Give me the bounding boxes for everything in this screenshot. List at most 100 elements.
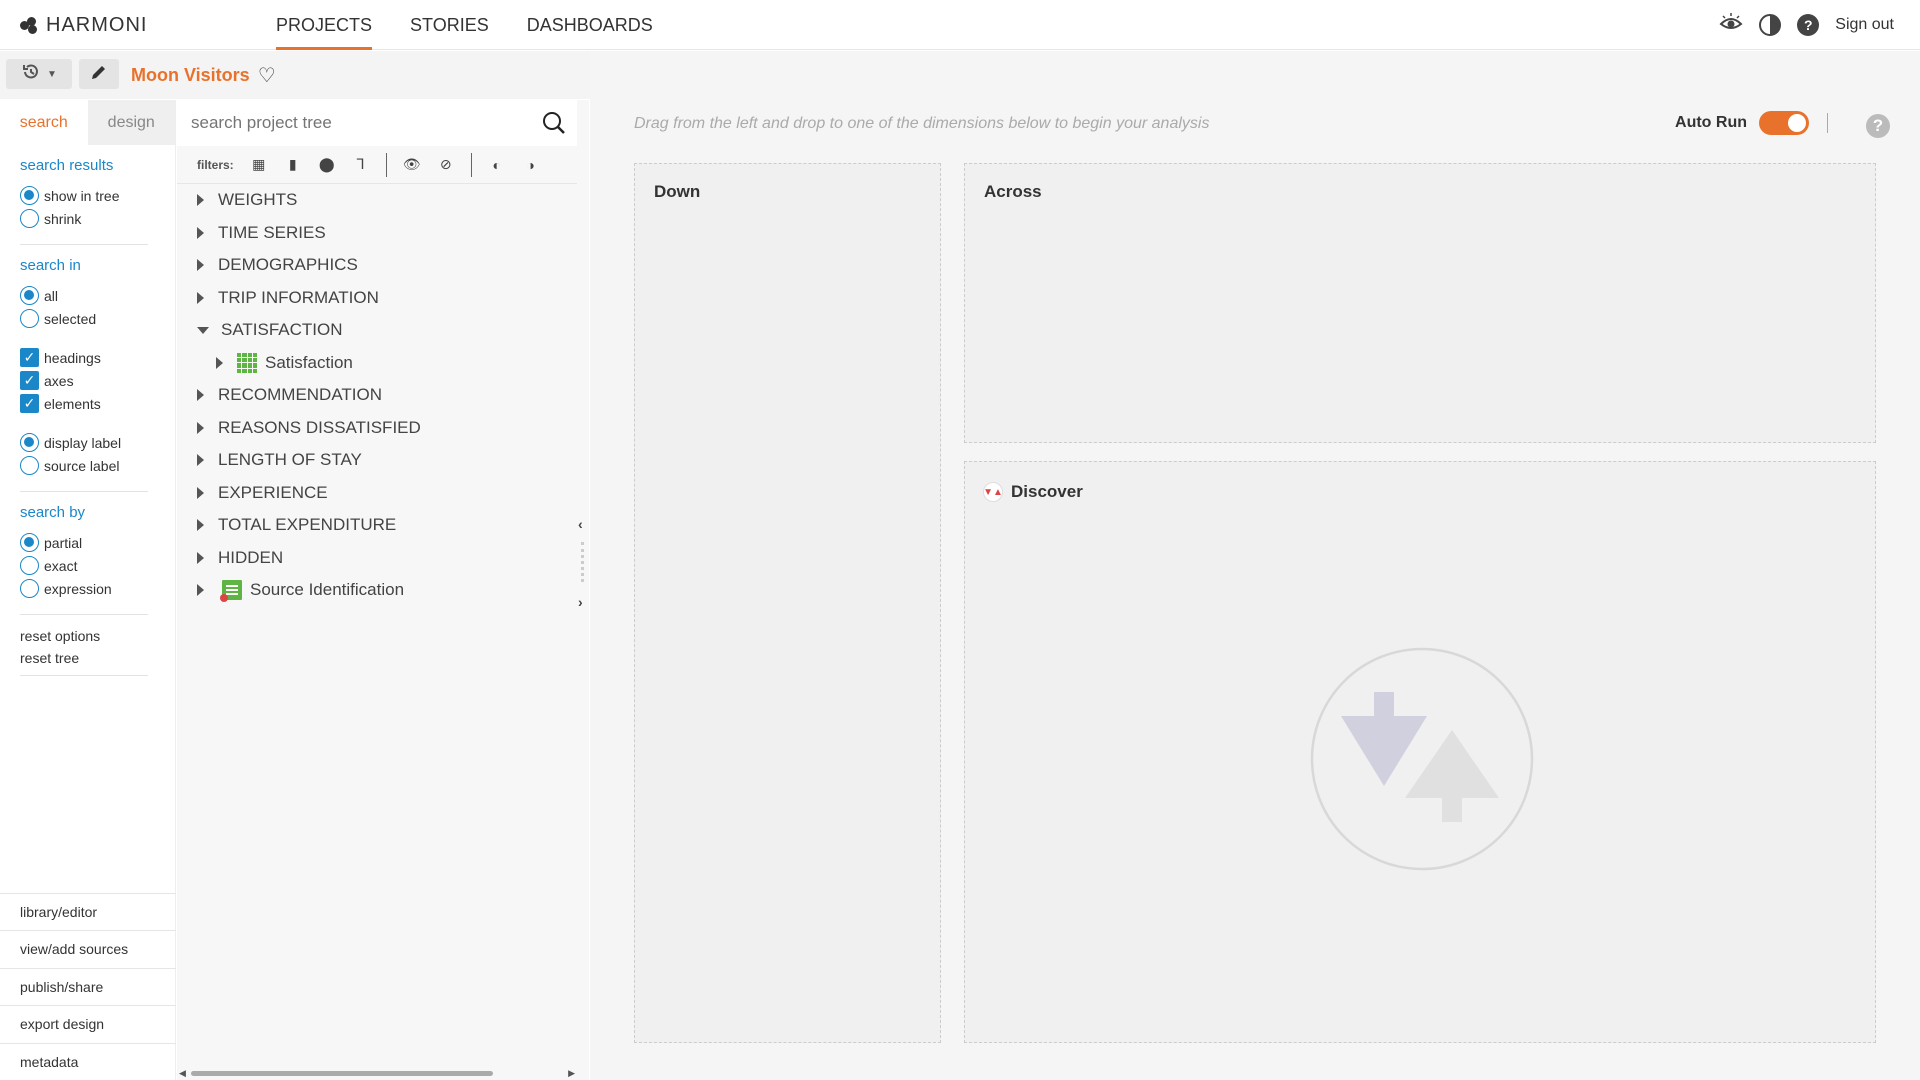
- option-elements[interactable]: ✓ elements: [20, 392, 175, 415]
- project-title: Moon Visitors ♡: [131, 63, 276, 88]
- library-editor-link[interactable]: library/editor: [0, 892, 176, 931]
- view-add-sources-link[interactable]: view/add sources: [0, 930, 176, 968]
- expand-arrow-icon[interactable]: [197, 226, 204, 239]
- tree-node[interactable]: TIME SERIES: [177, 217, 577, 250]
- favorite-heart-icon[interactable]: ♡: [258, 63, 276, 88]
- filter-visible-eye-icon[interactable]: 👁: [403, 156, 421, 174]
- tab-stories[interactable]: STORIES: [410, 0, 489, 50]
- history-button[interactable]: ▼: [6, 59, 72, 89]
- expand-arrow-icon[interactable]: [197, 584, 204, 597]
- tree-node-expanded[interactable]: SATISFACTION: [177, 314, 577, 347]
- radio-show-in-tree[interactable]: [20, 186, 39, 205]
- option-exact[interactable]: exact: [20, 554, 175, 577]
- expand-arrow-icon[interactable]: [197, 454, 204, 467]
- discover-drop-zone[interactable]: ▼▲ Discover: [964, 461, 1876, 1043]
- option-show-in-tree[interactable]: show in tree: [20, 184, 175, 207]
- reset-tree-link[interactable]: reset tree: [20, 647, 175, 669]
- tab-search[interactable]: search: [0, 100, 88, 145]
- collapse-arrow-icon[interactable]: [197, 326, 209, 334]
- radio-partial[interactable]: [20, 533, 39, 552]
- scroll-right-icon[interactable]: ▶: [568, 1068, 575, 1079]
- filter-grid-icon[interactable]: ▦: [250, 156, 268, 174]
- option-label: exact: [44, 557, 78, 574]
- expand-arrow-icon[interactable]: [216, 356, 223, 369]
- filter-text-icon[interactable]: Ꞁ: [352, 156, 370, 174]
- tree-search-input[interactable]: [191, 110, 521, 136]
- export-design-link[interactable]: export design: [0, 1005, 176, 1043]
- checkbox-elements[interactable]: ✓: [20, 394, 39, 413]
- radio-shrink[interactable]: [20, 209, 39, 228]
- expand-arrow-icon[interactable]: [197, 421, 204, 434]
- option-source-label[interactable]: source label: [20, 454, 175, 477]
- tab-dashboards[interactable]: DASHBOARDS: [527, 0, 653, 50]
- option-display-label[interactable]: display label: [20, 431, 175, 454]
- harmoni-logo[interactable]: HARMONI: [20, 14, 147, 37]
- tree-node[interactable]: DEMOGRAPHICS: [177, 249, 577, 282]
- project-name[interactable]: Moon Visitors: [131, 65, 250, 86]
- workspace-help-icon[interactable]: ?: [1866, 114, 1890, 138]
- radio-expression[interactable]: [20, 579, 39, 598]
- tree-node[interactable]: TOTAL EXPENDITURE: [177, 509, 577, 542]
- radio-selected[interactable]: [20, 309, 39, 328]
- scrollbar-thumb[interactable]: [191, 1071, 493, 1076]
- sign-out-link[interactable]: Sign out: [1835, 16, 1894, 34]
- expand-arrow-icon[interactable]: [197, 486, 204, 499]
- search-icon[interactable]: [541, 110, 567, 136]
- help-icon[interactable]: ?: [1797, 13, 1820, 36]
- auto-run-toggle[interactable]: [1759, 111, 1809, 135]
- expand-arrow-icon[interactable]: [197, 259, 204, 272]
- expand-arrow-icon[interactable]: [197, 194, 204, 207]
- tree-node[interactable]: EXPERIENCE: [177, 477, 577, 510]
- divider: [20, 491, 148, 492]
- tree-node[interactable]: RECOMMENDATION: [177, 379, 577, 412]
- filter-hidden-eye-icon[interactable]: ⊘: [437, 156, 455, 174]
- tree-node[interactable]: HIDDEN: [177, 542, 577, 575]
- reset-options-link[interactable]: reset options: [20, 625, 175, 647]
- tree-node[interactable]: TRIP INFORMATION: [177, 282, 577, 315]
- option-headings[interactable]: ✓ headings: [20, 346, 175, 369]
- splitter-grip[interactable]: [581, 542, 584, 582]
- collapse-left-icon[interactable]: ‹: [578, 516, 583, 532]
- radio-all[interactable]: [20, 286, 39, 305]
- edit-button[interactable]: [79, 59, 119, 89]
- expand-arrow-icon[interactable]: [197, 389, 204, 402]
- contrast-icon[interactable]: [1759, 13, 1782, 36]
- filter-half-circle-icon[interactable]: ◐: [488, 156, 506, 174]
- filter-full-contrast-icon[interactable]: ◑: [522, 156, 540, 174]
- expand-arrow-icon[interactable]: [197, 519, 204, 532]
- divider: [20, 675, 148, 676]
- tree-node[interactable]: REASONS DISSATISFIED: [177, 412, 577, 445]
- expand-arrow-icon[interactable]: [197, 551, 204, 564]
- option-axes[interactable]: ✓ axes: [20, 369, 175, 392]
- radio-source-label[interactable]: [20, 456, 39, 475]
- tree-node-label: Satisfaction: [265, 352, 353, 372]
- radio-exact[interactable]: [20, 556, 39, 575]
- option-expression[interactable]: expression: [20, 577, 175, 600]
- auto-run-label: Auto Run: [1675, 114, 1747, 131]
- panel-splitter[interactable]: ‹ ›: [577, 100, 589, 1080]
- filter-pin-icon[interactable]: ⬤: [318, 156, 336, 174]
- option-all[interactable]: all: [20, 284, 175, 307]
- tree-node[interactable]: WEIGHTS: [177, 184, 577, 217]
- option-partial[interactable]: partial: [20, 531, 175, 554]
- down-drop-zone[interactable]: Down: [634, 163, 941, 1043]
- option-selected[interactable]: selected: [20, 307, 175, 330]
- option-shrink[interactable]: shrink: [20, 207, 175, 230]
- across-drop-zone[interactable]: Across: [964, 163, 1876, 443]
- tree-node[interactable]: Source Identification: [177, 574, 577, 607]
- tab-design[interactable]: design: [87, 100, 175, 145]
- horizontal-scrollbar[interactable]: ◀ ▶: [177, 1066, 577, 1080]
- checkbox-axes[interactable]: ✓: [20, 371, 39, 390]
- expand-arrow-icon[interactable]: [197, 291, 204, 304]
- metadata-link[interactable]: metadata: [0, 1042, 176, 1080]
- scroll-left-icon[interactable]: ◀: [179, 1068, 186, 1079]
- radio-display-label[interactable]: [20, 433, 39, 452]
- preview-eye-icon[interactable]: [1719, 12, 1743, 37]
- tree-node[interactable]: LENGTH OF STAY: [177, 444, 577, 477]
- expand-right-icon[interactable]: ›: [578, 594, 583, 610]
- checkbox-headings[interactable]: ✓: [20, 348, 39, 367]
- tab-projects[interactable]: PROJECTS: [276, 0, 373, 50]
- tree-child-node[interactable]: Satisfaction: [177, 347, 577, 380]
- filter-column-icon[interactable]: ▮: [284, 156, 302, 174]
- publish-share-link[interactable]: publish/share: [0, 967, 176, 1006]
